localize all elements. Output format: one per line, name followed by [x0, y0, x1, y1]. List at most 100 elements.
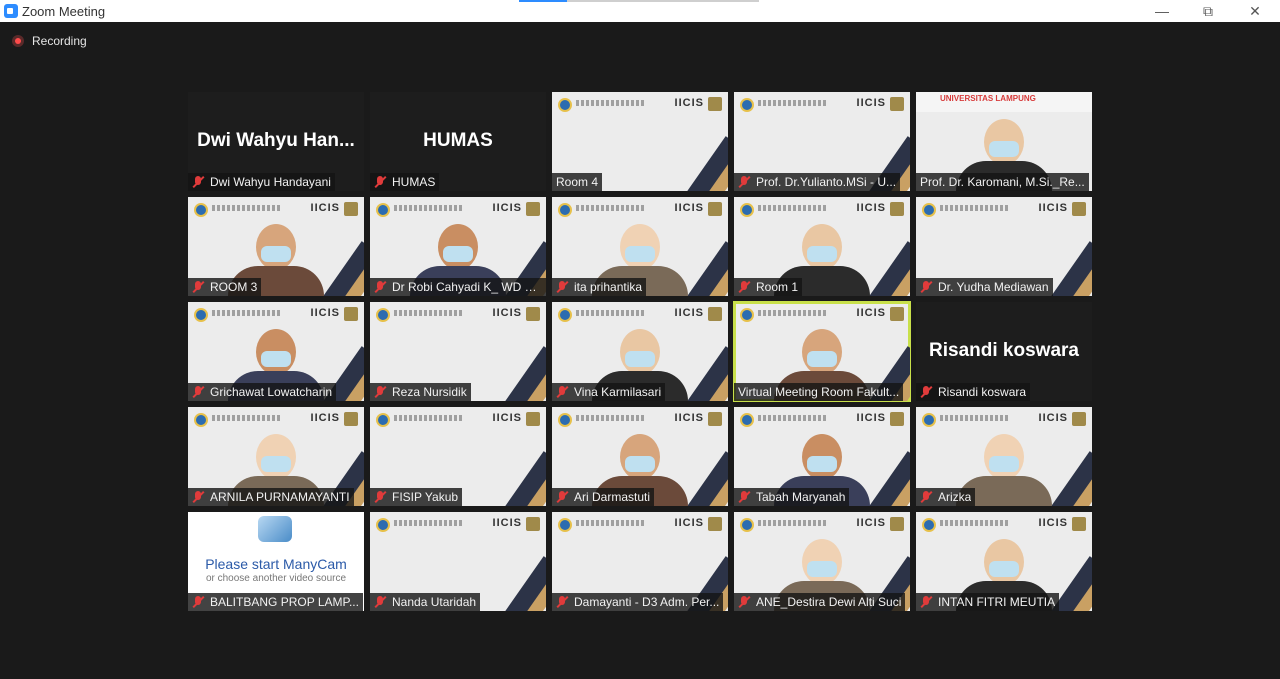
participant-tile[interactable]: IICIS ita prihantika [552, 197, 728, 296]
iicis-badge-icon [708, 412, 722, 426]
mic-muted-icon [556, 490, 569, 504]
iicis-logo: IICIS [674, 307, 704, 319]
participant-name-label: Prof. Dr. Karomani, M.Si._Re... [916, 173, 1089, 191]
participant-tile[interactable]: IICIS INTAN FITRI MEUTIA [916, 512, 1092, 611]
participant-tile[interactable]: IICIS Ari Darmastuti [552, 407, 728, 506]
participant-name: FISIP Yakub [392, 490, 459, 504]
university-logo-icon [558, 203, 572, 217]
restore-icon[interactable]: ⧉ [1185, 0, 1231, 22]
mic-muted-icon [192, 175, 205, 189]
iicis-badge-icon [526, 307, 540, 321]
participant-name-label: INTAN FITRI MEUTIA [916, 593, 1060, 611]
participant-tile[interactable]: IICIS Vina Karmilasari [552, 302, 728, 401]
mic-muted-icon [192, 280, 205, 294]
participant-tile[interactable]: IICIS Grichawat Lowatcharin [188, 302, 364, 401]
iicis-badge-icon [344, 307, 358, 321]
participant-tile[interactable]: IICIS Nanda Utaridah [370, 512, 546, 611]
participant-tile[interactable]: Please start ManyCam or choose another vi… [188, 512, 364, 611]
participant-name: ANE_Destira Dewi Alti Suci [756, 595, 902, 609]
university-logo-icon [194, 308, 208, 322]
participant-tile[interactable]: IICIS ANE_Destira Dewi Alti Suci [734, 512, 910, 611]
mic-muted-icon [374, 595, 387, 609]
participant-tile[interactable]: IICIS ARNILA PURNAMAYANTI [188, 407, 364, 506]
participant-tile[interactable]: IICIS Tabah Maryanah [734, 407, 910, 506]
faculty-caption [758, 310, 828, 316]
participant-name: Tabah Maryanah [756, 490, 846, 504]
iicis-badge-icon [1072, 202, 1086, 216]
participant-name-label: Virtual Meeting Room Fakult... [734, 383, 904, 401]
faculty-caption [576, 520, 646, 526]
participant-name-label: Vina Karmilasari [552, 383, 666, 401]
participant-tile[interactable]: IICIS Damayanti - D3 Adm. Per... [552, 512, 728, 611]
mic-muted-icon [738, 280, 751, 294]
university-logo-icon [740, 518, 754, 532]
iicis-badge-icon [526, 202, 540, 216]
faculty-caption [940, 520, 1010, 526]
close-icon[interactable]: ✕ [1232, 0, 1278, 22]
manycam-icon [258, 516, 292, 542]
participant-tile[interactable]: IICIS FISIP Yakub [370, 407, 546, 506]
participant-tile[interactable]: IICIS Arizka [916, 407, 1092, 506]
mic-muted-icon [374, 490, 387, 504]
participant-name: Dr. Yudha Mediawan [938, 280, 1049, 294]
participant-tile[interactable]: UNIVERSITAS LAMPUNG Prof. Dr. Karomani, M… [916, 92, 1092, 191]
participant-name-label: Reza Nursidik [370, 383, 471, 401]
participant-name-label: Tabah Maryanah [734, 488, 850, 506]
mic-muted-icon [192, 595, 205, 609]
participant-name-label: BALITBANG PROP LAMP... [188, 593, 363, 611]
participant-tile[interactable]: IICIS Dr. Yudha Mediawan [916, 197, 1092, 296]
participant-display-name: Dwi Wahyu Han... [197, 130, 355, 151]
participant-name-label: HUMAS [370, 173, 440, 191]
participant-name-label: Ari Darmastuti [552, 488, 655, 506]
participant-name: Ari Darmastuti [574, 490, 651, 504]
iicis-badge-icon [890, 412, 904, 426]
recording-label: Recording [32, 34, 87, 48]
participant-tile[interactable]: IICIS Prof. Dr.Yulianto.MSi - U... [734, 92, 910, 191]
university-logo-icon [740, 203, 754, 217]
university-logo-icon [194, 413, 208, 427]
participant-name: Nanda Utaridah [392, 595, 477, 609]
participant-name-label: FISIP Yakub [370, 488, 463, 506]
faculty-caption [212, 415, 282, 421]
participant-name-label: Risandi koswara [916, 383, 1031, 401]
university-logo-icon [922, 518, 936, 532]
iicis-badge-icon [708, 97, 722, 111]
window-title: Zoom Meeting [22, 3, 106, 19]
mic-muted-icon [738, 175, 751, 189]
participant-tile[interactable]: Dwi Wahyu Han... Dwi Wahyu Handayani [188, 92, 364, 191]
participant-tile[interactable]: IICIS Room 4 [552, 92, 728, 191]
university-logo-icon [376, 413, 390, 427]
iicis-badge-icon [890, 97, 904, 111]
iicis-badge-icon [526, 517, 540, 531]
iicis-logo: IICIS [856, 307, 886, 319]
iicis-logo: IICIS [492, 412, 522, 424]
participant-name-label: Dr Robi Cahyadi K_ WD B... [370, 278, 546, 296]
participant-tile[interactable]: IICIS Dr Robi Cahyadi K_ WD B... [370, 197, 546, 296]
participant-name-label: Grichawat Lowatcharin [188, 383, 337, 401]
participant-name: Virtual Meeting Room Fakult... [738, 385, 900, 399]
participant-display-name: HUMAS [423, 130, 493, 151]
mic-muted-icon [374, 175, 387, 189]
iicis-logo: IICIS [310, 412, 340, 424]
iicis-badge-icon [344, 202, 358, 216]
university-logo-icon [558, 98, 572, 112]
participant-name: Grichawat Lowatcharin [210, 385, 333, 399]
participant-name: ARNILA PURNAMAYANTI [210, 490, 350, 504]
participant-tile[interactable]: IICIS Reza Nursidik [370, 302, 546, 401]
iicis-logo: IICIS [856, 97, 886, 109]
participant-name-label: Damayanti - D3 Adm. Per... [552, 593, 724, 611]
participant-name-label: Dwi Wahyu Handayani [188, 173, 335, 191]
minimize-icon[interactable]: — [1139, 0, 1185, 22]
faculty-caption [758, 520, 828, 526]
participant-tile[interactable]: HUMAS HUMAS [370, 92, 546, 191]
mic-muted-icon [556, 595, 569, 609]
participant-tile[interactable]: IICIS Virtual Meeting Room Fakult... [733, 301, 911, 402]
participant-tile[interactable]: Risandi koswara Risandi koswara [916, 302, 1092, 401]
participant-name-label: ROOM 3 [188, 278, 262, 296]
participant-name: BALITBANG PROP LAMP... [210, 595, 359, 609]
recording-indicator[interactable]: Recording [12, 34, 87, 48]
participant-tile[interactable]: IICIS Room 1 [734, 197, 910, 296]
participant-name-label: ANE_Destira Dewi Alti Suci [734, 593, 906, 611]
participant-tile[interactable]: IICIS ROOM 3 [188, 197, 364, 296]
iicis-logo: IICIS [674, 517, 704, 529]
